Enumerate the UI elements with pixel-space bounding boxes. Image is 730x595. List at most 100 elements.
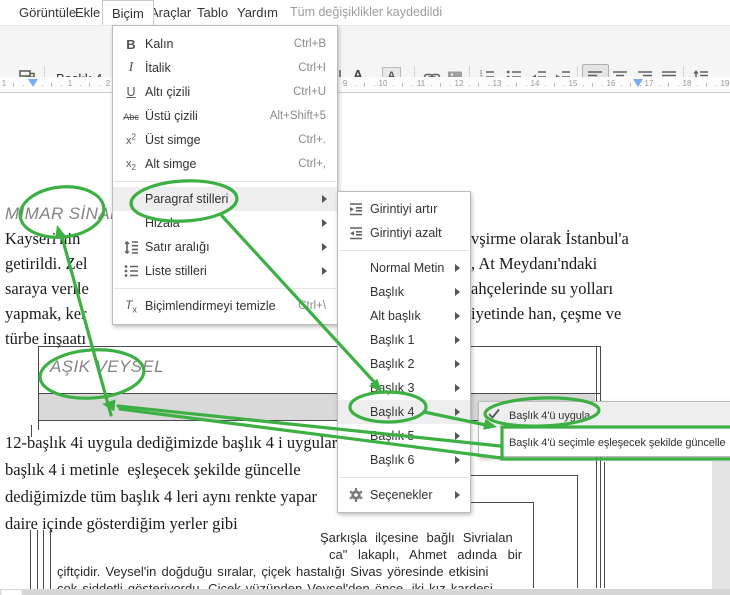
format-menu-item-hizala[interactable]: Hizala	[113, 211, 337, 235]
paragraph-line-left: saraya verile	[5, 279, 89, 298]
format-menu-item-paragraf-stilleri[interactable]: Paragraf stilleri	[113, 187, 337, 211]
menu-item-label: Altı çizili	[145, 85, 191, 99]
submenu-arrow-icon	[322, 219, 327, 227]
subscript-icon: x2	[126, 157, 136, 173]
ruler-tick	[696, 85, 698, 86]
ruler-number: 15	[568, 79, 578, 88]
ruler[interactable]: 1 1 2 9 10 11 12 13 14 15 16 17 18 19	[0, 77, 730, 93]
menu-shortcut: Ctrl+.	[298, 134, 326, 146]
ruler-tick	[430, 85, 432, 86]
save-status: Tüm değişiklikler kaydedildi	[290, 5, 443, 19]
format-menu-item-kal-n[interactable]: B Kalın Ctrl+B	[113, 32, 337, 56]
ruler-tick	[354, 85, 356, 86]
ruler-indent-marker[interactable]	[633, 79, 643, 87]
ruler-tick	[373, 85, 375, 86]
ruler-tick	[60, 85, 62, 86]
table-border	[38, 346, 39, 430]
paragraph-line-left: getirildi. Zel	[5, 254, 88, 273]
format-menu-item-alt-simge[interactable]: x2 Alt simge Ctrl+,	[113, 152, 337, 176]
format-menu-item-st-izili[interactable]: Abc Üstü çizili Alt+Shift+5	[113, 104, 337, 128]
menu-item-label: İtalik	[145, 61, 171, 75]
menu-item-label: Başlık 1	[370, 333, 415, 347]
menu-item-label: Başlık 2	[370, 357, 415, 371]
page-bottom-gap	[0, 589, 730, 595]
gear-icon	[346, 487, 366, 503]
apply-menu-item-ba-l-k-4-uygula[interactable]: Başlık 4'ü uygula	[479, 402, 730, 429]
format-menu-item-bi-imlendirmeyi-temizle[interactable]: Tx Biçimlendirmeyi temizle Ctrl+\	[113, 294, 337, 318]
submenu-arrow-icon	[322, 267, 327, 275]
clear-formatting-icon: Tx	[125, 297, 137, 315]
ruler-number: 2	[105, 79, 111, 88]
paragraph-line-right: ahçelerinde su yolları	[471, 279, 614, 298]
checkmark-icon	[487, 408, 505, 423]
menubar-item-bi-im[interactable]: Biçim	[102, 0, 154, 25]
styles-menu-item-normal-metin[interactable]: Normal Metin	[338, 256, 470, 280]
ruler-number: 13	[492, 79, 502, 88]
table-border	[533, 502, 534, 588]
menu-shortcut: Ctrl+B	[293, 38, 326, 50]
submenu-arrow-icon	[322, 243, 327, 251]
styles-menu-item-ba-l-k-3[interactable]: Başlık 3	[338, 376, 470, 400]
format-menu-item-sat-r-aral[interactable]: Satır aralığı	[113, 235, 337, 259]
ruler-tick	[563, 85, 565, 86]
styles-menu-item-alt-ba-l-k[interactable]: Alt başlık	[338, 304, 470, 328]
styles-menu-item-ba-l-k-6[interactable]: Başlık 6	[338, 448, 470, 472]
toolbar: AA123 Başlık 4	[0, 25, 730, 91]
table-border	[50, 530, 51, 589]
menu-item-label: Başlık	[370, 285, 405, 299]
styles-menu-item-ba-l-k-5[interactable]: Başlık 5	[338, 424, 470, 448]
note-line: daire içinde gösterdiğim yerler gibi	[5, 514, 238, 533]
table-border	[43, 530, 44, 589]
ruler-tick	[3, 85, 5, 86]
menu-item-label: Liste stilleri	[145, 264, 207, 278]
styles-menu-item-ba-l-k[interactable]: Başlık	[338, 280, 470, 304]
submenu-arrow-icon	[455, 432, 460, 440]
menu-item-label: Alt simge	[145, 157, 197, 171]
ruler-number: 9	[342, 79, 348, 88]
menubar-item-yard-m[interactable]: Yardım	[228, 0, 287, 24]
bold-icon: B	[126, 36, 136, 52]
indent-more-icon	[346, 201, 366, 217]
format-menu-item-st-simge[interactable]: x2 Üst simge Ctrl+.	[113, 128, 337, 152]
styles-menu-item-ba-l-k-4[interactable]: Başlık 4	[338, 400, 470, 424]
format-menu-item-alt-izili[interactable]: U Altı çizili Ctrl+U	[113, 80, 337, 104]
ruler-tick	[89, 83, 90, 87]
styles-menu-item-ba-l-k-2[interactable]: Başlık 2	[338, 352, 470, 376]
bio-line: çiftçidir. Veysel'in doğduğu sıralar, çi…	[57, 564, 489, 579]
menu-separator	[114, 181, 336, 182]
ruler-indent-marker[interactable]	[28, 79, 38, 87]
menu-shortcut: Ctrl+\	[298, 300, 326, 312]
ruler-tick	[478, 83, 479, 87]
styles-menu-item-girintiyi-azalt[interactable]: Girintiyi azalt	[338, 221, 470, 245]
table-border	[38, 393, 600, 394]
format-menu: B Kalın Ctrl+B I İtalik Ctrl+I U Altı çizili Ctr…	[112, 25, 338, 325]
styles-menu-item-se-enekler[interactable]: Seçenekler	[338, 483, 470, 507]
styles-menu-item-ba-l-k-1[interactable]: Başlık 1	[338, 328, 470, 352]
menu-shortcut: Alt+Shift+5	[269, 110, 326, 122]
menu-item-label: Üstü çizili	[145, 109, 198, 123]
page-edge	[712, 461, 730, 589]
ruler-tick	[544, 85, 546, 86]
submenu-arrow-icon	[455, 336, 460, 344]
menu-item-label: Başlık 4'ü seçimle eşleşecek şekilde gün…	[509, 436, 726, 449]
submenu-arrow-icon	[455, 288, 460, 296]
table-border	[577, 475, 578, 588]
submenu-arrow-icon	[455, 264, 460, 272]
menu-separator	[339, 250, 469, 251]
menu-item-label: Satır aralığı	[145, 240, 210, 254]
styles-menu-item-girintiyi-art-r[interactable]: Girintiyi artır	[338, 197, 470, 221]
note-line: başlık 4 i metinle eşleşecek şekilde gün…	[5, 460, 301, 479]
submenu-arrow-icon	[455, 384, 460, 392]
paragraph-line-right: vşirme olarak İstanbul'a	[471, 229, 629, 248]
ruler-number: 16	[606, 79, 616, 88]
bio-line: ca" lakaplı, Ahmet adında bir	[329, 547, 523, 562]
ruler-tick	[41, 85, 43, 86]
format-menu-item-liste-stilleri[interactable]: Liste stilleri	[113, 259, 337, 283]
menu-item-label: Seçenekler	[370, 488, 433, 502]
apply-menu-item-ba-l-k-4-se-imle-e-le-ecek-ekilde-g-ncelle[interactable]: Başlık 4'ü seçimle eşleşecek şekilde gün…	[479, 429, 730, 456]
paragraph-line-left: yapmak, ker	[5, 304, 87, 323]
note-line: 12-başlık 4i uygula dediğimizde başlık 4…	[5, 433, 338, 452]
italic-icon: I	[128, 60, 134, 75]
format-menu-item-i-talik[interactable]: I İtalik Ctrl+I	[113, 56, 337, 80]
ruler-tick	[79, 85, 81, 86]
